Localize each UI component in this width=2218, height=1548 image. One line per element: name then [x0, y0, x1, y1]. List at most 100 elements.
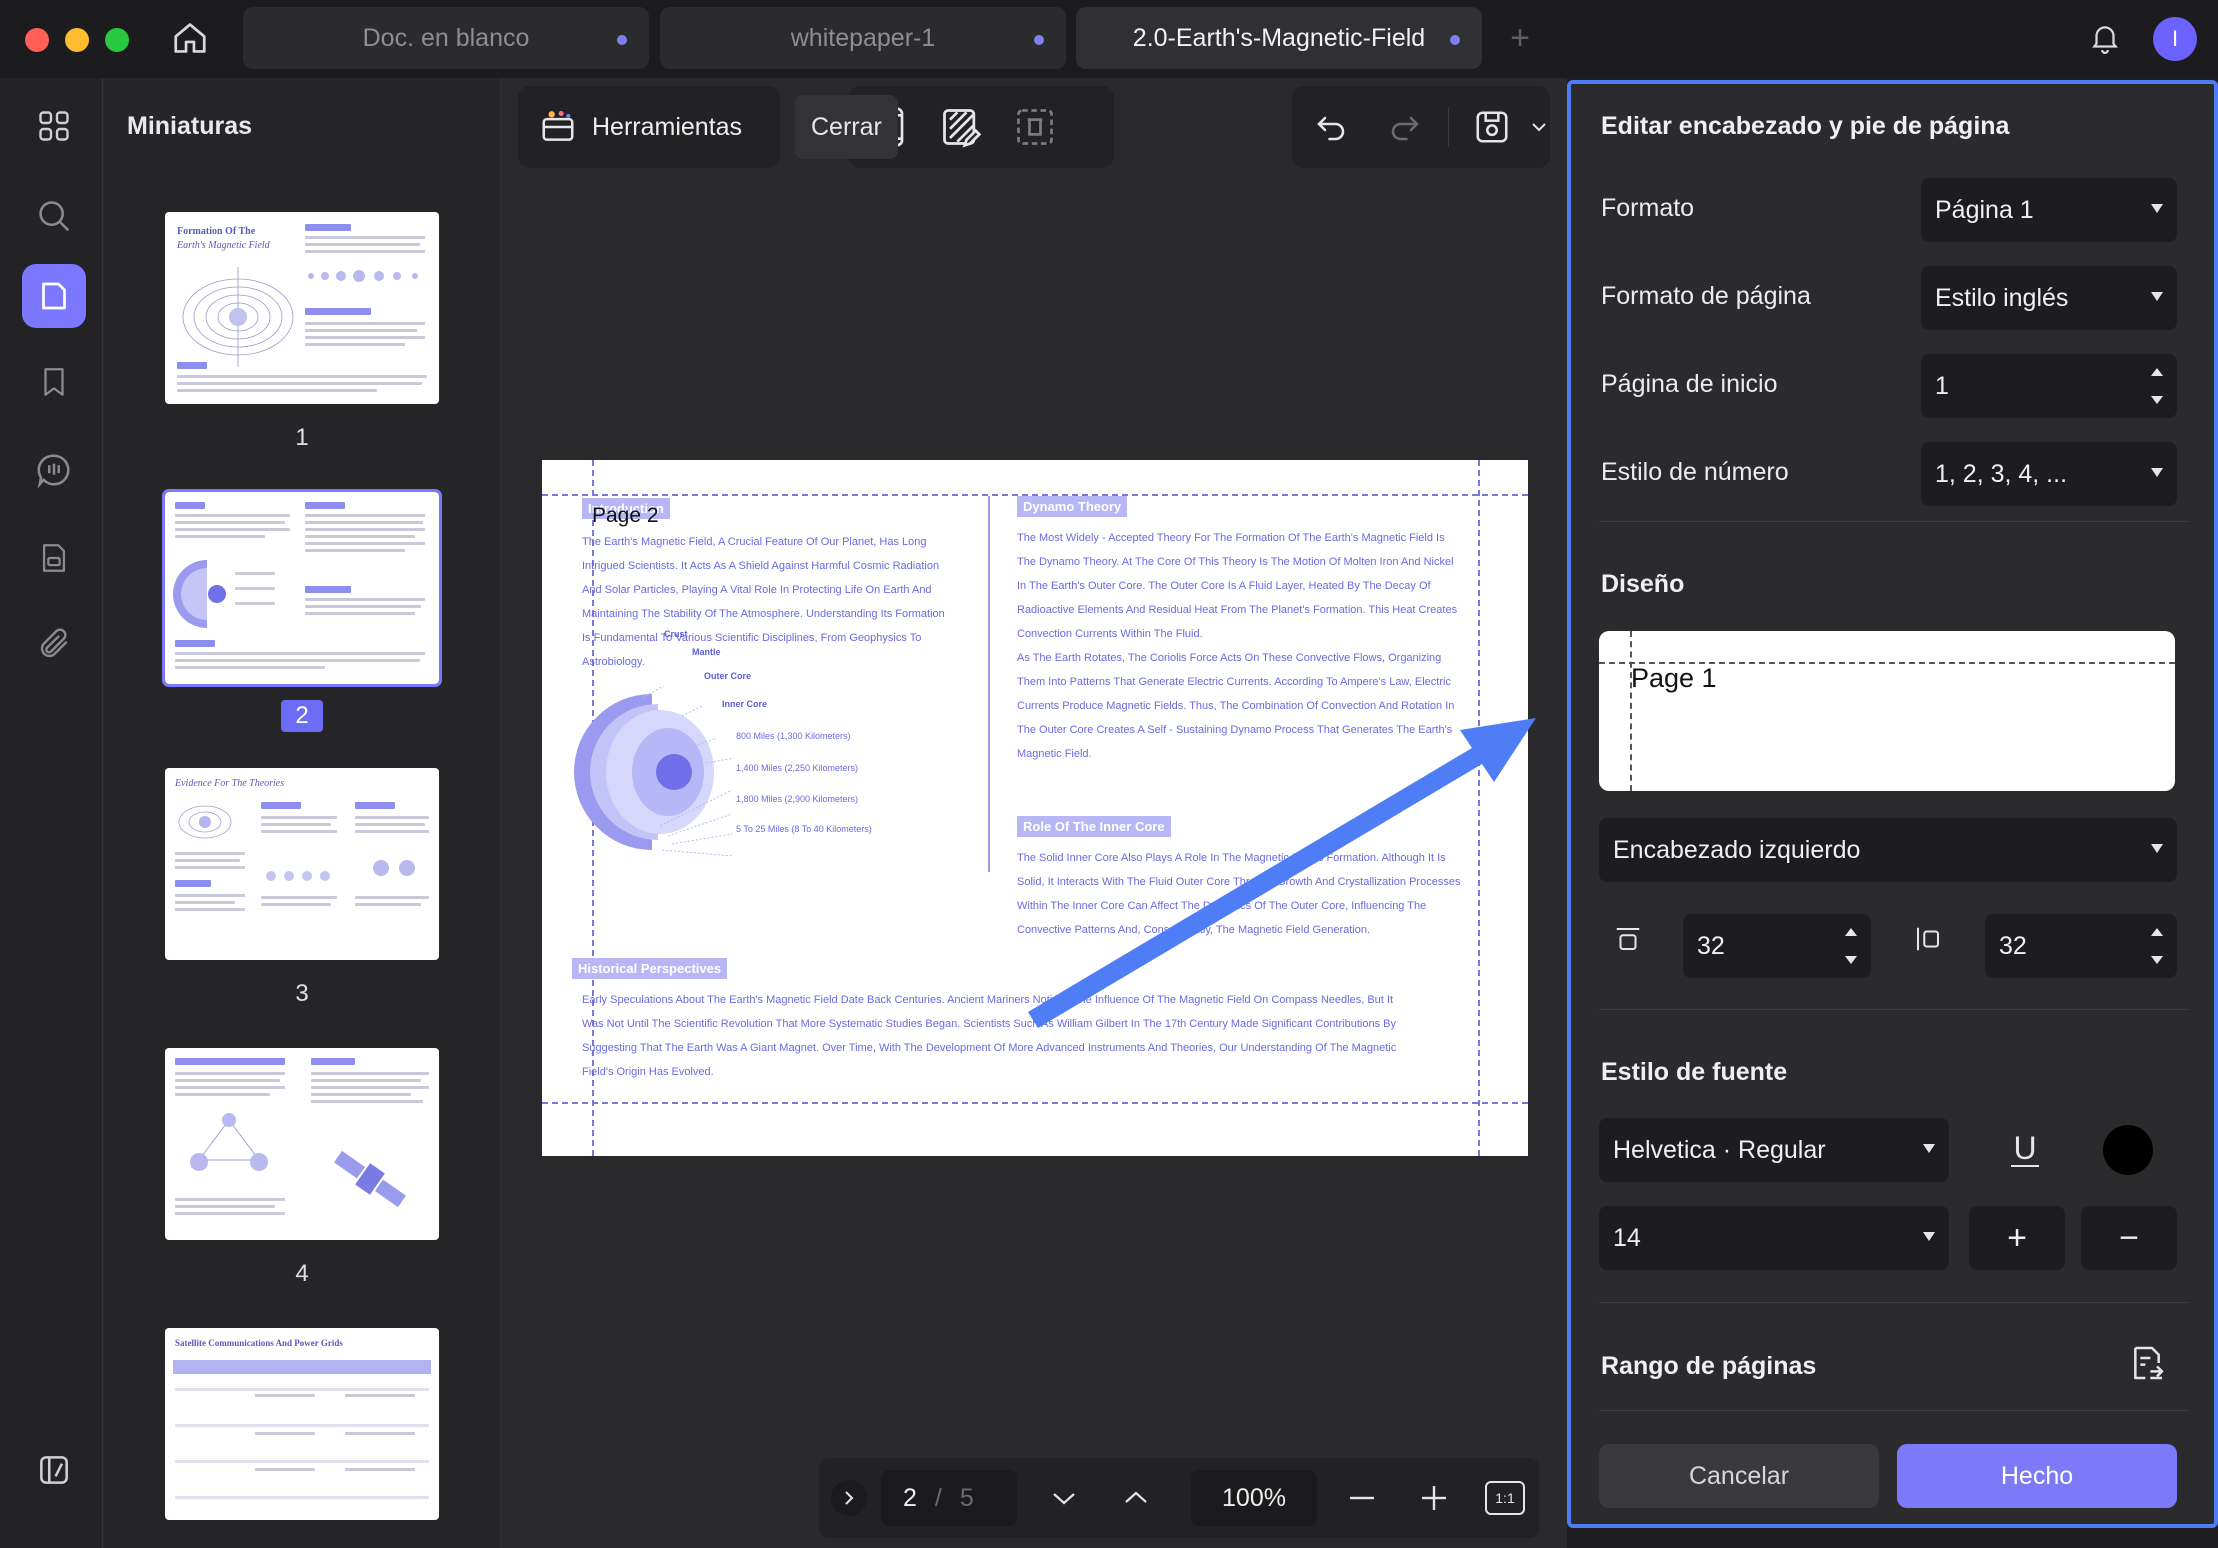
sidebar-toggle-icon[interactable] [22, 1438, 86, 1502]
stepper-arrows-icon[interactable] [2151, 928, 2163, 964]
bookmark-icon[interactable] [22, 350, 86, 414]
background-icon[interactable] [932, 98, 990, 156]
side-margin-stepper[interactable]: 32 [1985, 914, 2177, 978]
tools-button[interactable]: Herramientas [518, 86, 780, 168]
thumbnail-heading: Evidence For The Theories [175, 778, 285, 789]
network-illustration [190, 1113, 268, 1171]
tab-blank-doc[interactable]: Doc. en blanco [243, 7, 649, 69]
earth-layers-illustration [173, 560, 226, 628]
page-range-icon[interactable] [2127, 1342, 2171, 1386]
unsaved-dot [617, 35, 627, 45]
comment-icon[interactable] [22, 438, 86, 502]
historical-paragraph: Early Speculations About The Earth's Mag… [582, 994, 1397, 1078]
chevron-right-icon[interactable] [831, 1480, 867, 1516]
paperclip-icon[interactable] [22, 612, 86, 676]
thumbnail-number: 3 [295, 980, 309, 1007]
bell-icon[interactable] [2085, 18, 2125, 58]
page-format-value: Estilo inglés [1935, 283, 2069, 312]
close-editor-button[interactable]: Cerrar [795, 95, 898, 159]
section-tag-inner-core: Role Of The Inner Core [1017, 816, 1171, 837]
magnetic-field-illustration [178, 805, 232, 839]
undo-icon[interactable] [1302, 98, 1360, 156]
number-style-label: Estilo de número [1601, 458, 1789, 486]
save-icon[interactable] [1463, 98, 1521, 156]
header-text[interactable]: Page 2 [592, 504, 659, 528]
format-label: Formato [1601, 194, 1695, 222]
next-page-icon[interactable] [1039, 1473, 1089, 1523]
unsaved-dot [1450, 35, 1460, 45]
left-rail [0, 78, 103, 1548]
search-icon[interactable] [22, 184, 86, 248]
zoom-level-field[interactable]: 100% [1191, 1470, 1317, 1526]
chevron-down-icon[interactable] [1529, 117, 1549, 137]
caret-down-icon [1923, 1144, 1935, 1153]
format-select[interactable]: Página 1 [1921, 178, 2177, 242]
start-page-label: Página de inicio [1601, 370, 1778, 398]
magnetic-field-illustration [182, 267, 294, 367]
thumbnail-page-4[interactable] [165, 1048, 439, 1240]
pdf-page[interactable]: Introduction Page 2 The Earth's Magnetic… [542, 460, 1528, 1156]
section-tag-dynamo: Dynamo Theory [1017, 496, 1128, 517]
increase-font-button[interactable]: + [1969, 1206, 2065, 1270]
stepper-arrows-icon[interactable] [2151, 368, 2163, 404]
number-style-select[interactable]: 1, 2, 3, 4, ... [1921, 442, 2177, 506]
cancel-button[interactable]: Cancelar [1599, 1444, 1879, 1508]
grid-icon[interactable] [22, 94, 86, 158]
layout-preview[interactable]: Page 1 [1599, 631, 2175, 791]
thumbnail-page-1[interactable]: Formation Of The Earth's Magnetic Field [165, 212, 439, 404]
underline-icon: U [2013, 1130, 2037, 1166]
position-select[interactable]: Encabezado izquierdo [1599, 818, 2177, 882]
watermark-icon[interactable] [1006, 98, 1064, 156]
diagram-label-mantle: Mantle [692, 647, 721, 657]
form-icon[interactable] [22, 526, 86, 590]
divider [1599, 1009, 2189, 1010]
tab-label: 2.0-Earth's-Magnetic-Field [1132, 23, 1426, 52]
thumbnail-heading: Satellite Communications And Power Grids [175, 1338, 343, 1348]
tab-earth-magnetic-field[interactable]: 2.0-Earth's-Magnetic-Field [1076, 7, 1482, 69]
format-value: Página 1 [1935, 195, 2034, 224]
tab-label: Doc. en blanco [362, 23, 530, 52]
thumbnail-page-5[interactable]: Satellite Communications And Power Grids [165, 1328, 439, 1520]
actual-size-button[interactable]: 1:1 [1485, 1481, 1525, 1515]
font-size-select[interactable]: 14 [1599, 1206, 1949, 1270]
home-icon[interactable] [168, 16, 212, 60]
tab-whitepaper[interactable]: whitepaper-1 [660, 7, 1066, 69]
zoom-in-icon[interactable] [1409, 1473, 1459, 1523]
divider [1599, 1410, 2189, 1411]
font-color-swatch[interactable] [2103, 1125, 2153, 1175]
side-margin-value: 32 [1999, 931, 2027, 960]
done-button[interactable]: Hecho [1897, 1444, 2177, 1508]
page-number-field[interactable]: 2 / 5 [881, 1470, 1017, 1526]
satellite-illustration [334, 1150, 406, 1208]
divider [1599, 1302, 2189, 1303]
underline-button[interactable]: U [1993, 1118, 2057, 1182]
thumbnail-page-2[interactable] [162, 489, 442, 687]
avatar[interactable]: I [2153, 17, 2197, 61]
page-format-select[interactable]: Estilo inglés [1921, 266, 2177, 330]
previous-page-icon[interactable] [1111, 1473, 1161, 1523]
intro-paragraph: The Earth's Magnetic Field, A Crucial Fe… [582, 536, 945, 668]
pages-icon[interactable] [22, 264, 86, 328]
diagram-label-crust: Crust [664, 629, 688, 639]
thumbnail-number: 4 [295, 1260, 309, 1287]
top-margin-icon [1613, 924, 1643, 954]
maximize-window-button[interactable] [105, 28, 129, 52]
start-page-stepper[interactable]: 1 [1921, 354, 2177, 418]
thumbnails-panel: Miniaturas Formation Of The Earth's Magn… [103, 78, 501, 1548]
caret-down-icon [2151, 844, 2163, 853]
stepper-arrows-icon[interactable] [1845, 928, 1857, 964]
thumbnail-page-3[interactable]: Evidence For The Theories [165, 768, 439, 960]
zoom-out-icon[interactable] [1337, 1473, 1387, 1523]
font-family-select[interactable]: Helvetica · Regular [1599, 1118, 1949, 1182]
redo-icon[interactable] [1376, 98, 1434, 156]
new-tab-button[interactable]: + [1500, 18, 1540, 58]
minimize-window-button[interactable] [65, 28, 89, 52]
close-window-button[interactable] [25, 28, 49, 52]
section-tag-historical: Historical Perspectives [572, 958, 728, 979]
thumbnail-subheading: Earth's Magnetic Field [177, 240, 270, 251]
thumbnails-title: Miniaturas [127, 112, 253, 140]
side-margin-icon [1913, 924, 1943, 954]
page-separator: / [934, 1483, 942, 1512]
decrease-font-button[interactable]: − [2081, 1206, 2177, 1270]
top-margin-stepper[interactable]: 32 [1683, 914, 1871, 978]
